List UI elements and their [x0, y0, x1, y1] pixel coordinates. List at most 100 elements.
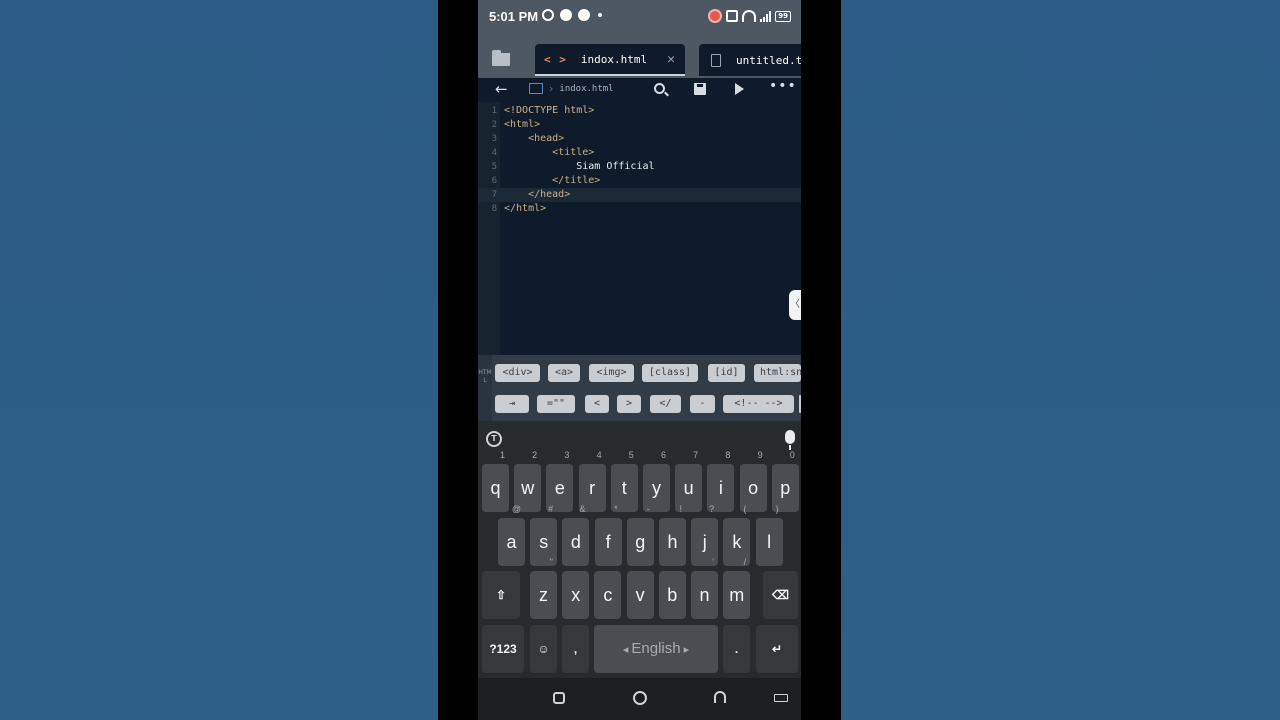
key-z[interactable]: z ": [530, 557, 557, 619]
notification-icons: [542, 9, 602, 21]
key-j[interactable]: j?: [691, 504, 719, 566]
space-key[interactable]: ◂ English ▸: [594, 625, 718, 673]
key-label: f: [605, 532, 611, 552]
file-icon: [711, 53, 721, 67]
letterbox-right: [801, 0, 841, 720]
symbols-key[interactable]: ?123: [482, 625, 524, 673]
snippet-attr[interactable]: ="": [537, 395, 575, 413]
code-editor[interactable]: 1 <!DOCTYPE html> 2 <html> 3 <head> 4 <tit…: [478, 102, 801, 355]
key-label: ⇧: [495, 588, 507, 602]
back-icon[interactable]: [714, 691, 726, 703]
key-label: w: [521, 478, 535, 498]
editor-toolbar: ← › indox.html •••: [478, 78, 801, 102]
snippet-lt[interactable]: <: [585, 395, 609, 413]
emoji-key[interactable]: ☺: [530, 625, 557, 673]
key-q[interactable]: q1: [482, 450, 509, 512]
key-s[interactable]: s #: [530, 504, 558, 566]
play-icon[interactable]: [735, 83, 744, 95]
messenger-icon-2: [578, 9, 590, 21]
key-v[interactable]: v: [626, 571, 654, 619]
breadcrumb[interactable]: › indox.html: [529, 82, 614, 95]
key-label: k: [732, 532, 742, 552]
key-l[interactable]: l): [755, 504, 783, 566]
key-label: o: [748, 478, 759, 498]
snippet-a[interactable]: <a>: [548, 364, 580, 382]
snippet-img[interactable]: <img>: [589, 364, 634, 382]
key-hint: #: [548, 504, 554, 514]
key-label: s: [539, 532, 549, 552]
screen-record-icon: [542, 9, 554, 21]
snippet-bar: HTML <div> <a> <img> [class] [id] html:s…: [478, 355, 801, 421]
key-h[interactable]: h!: [659, 504, 686, 566]
tab-untitled[interactable]: untitled.t: [699, 44, 801, 76]
navigation-bar: [478, 678, 801, 720]
messenger-icon: [560, 9, 572, 21]
key-hint: 0: [789, 450, 795, 460]
key-x[interactable]: x: [562, 571, 590, 619]
key-hint: 2: [532, 450, 538, 460]
backspace-key[interactable]: ⌫: [763, 571, 798, 619]
tab-bar: < > indox.html ✕ untitled.t: [478, 34, 801, 78]
key-hint: &: [579, 504, 586, 514]
tab-label: indox.html: [580, 52, 648, 66]
snippet-close-tag[interactable]: </: [650, 395, 681, 413]
snippet-class[interactable]: [class]: [642, 364, 698, 382]
key-hint: !: [679, 504, 682, 514]
snippet-tab[interactable]: ⇥: [495, 395, 529, 413]
save-icon[interactable]: [694, 83, 706, 95]
mic-icon[interactable]: [785, 430, 795, 450]
key-c[interactable]: c: [594, 571, 622, 619]
key-label: z: [539, 585, 548, 605]
key-k[interactable]: k(: [723, 504, 751, 566]
letterbox-left: [438, 0, 478, 720]
snippet-gt[interactable]: >: [617, 395, 641, 413]
enter-key[interactable]: ↵: [756, 625, 798, 673]
key-hint: 5: [628, 450, 634, 460]
key-label: j: [702, 532, 707, 552]
key-label: ☺: [537, 642, 550, 656]
snippet-div[interactable]: <div>: [495, 364, 540, 382]
snippet-html-sn[interactable]: html:sn: [754, 364, 801, 382]
snippet-id[interactable]: [id]: [708, 364, 745, 382]
key-n[interactable]: n ': [691, 557, 718, 619]
key-a[interactable]: a @: [498, 504, 525, 566]
tab-indox-html[interactable]: < > indox.html ✕: [535, 44, 685, 76]
snippet-overflow[interactable]: [799, 395, 801, 413]
key-label: h: [667, 532, 678, 552]
recent-apps-icon[interactable]: [553, 692, 565, 704]
side-panel-handle[interactable]: 〈: [789, 290, 801, 320]
key-d[interactable]: d &: [562, 504, 590, 566]
comma-key[interactable]: ,: [562, 625, 589, 673]
key-hint: 9: [757, 450, 763, 460]
key-label: English: [631, 640, 681, 657]
key-hint: 6: [660, 450, 666, 460]
home-icon[interactable]: [633, 691, 647, 705]
shift-key[interactable]: ⇧: [482, 571, 520, 619]
close-icon[interactable]: ✕: [667, 52, 675, 67]
key-hint: (: [743, 504, 747, 514]
key-label: ↵: [771, 642, 783, 656]
code-line: 3 <head>: [491, 133, 565, 144]
tab-label: untitled.t: [736, 53, 801, 67]
more-icon[interactable]: •••: [769, 78, 797, 94]
back-arrow-icon[interactable]: ←: [495, 80, 508, 98]
soft-keyboard: T q 1 w 2 e 3 r 4 t 5 y 6 u 7 i 8 o 9 p 0 a @ s # d & f * g - h! j? k(l)…: [478, 421, 801, 678]
keyboard-switch-icon[interactable]: [774, 694, 788, 702]
translate-icon[interactable]: T: [486, 431, 502, 447]
key-f[interactable]: f *: [594, 504, 622, 566]
folder-icon: [529, 83, 543, 94]
key-m[interactable]: m /: [723, 557, 751, 619]
search-icon[interactable]: [654, 83, 665, 94]
snippet-dash[interactable]: -: [690, 395, 715, 413]
key-hint: ): [775, 504, 779, 514]
key-label: u: [683, 478, 694, 498]
key-b[interactable]: b: [658, 571, 686, 619]
key-label: q: [490, 478, 501, 498]
key-label: x: [571, 585, 581, 605]
snippet-comment[interactable]: <!-- -->: [723, 395, 794, 413]
folder-icon[interactable]: [492, 50, 514, 66]
key-label: .: [734, 642, 739, 656]
battery-icon: 99: [775, 10, 791, 22]
key-g[interactable]: g-: [626, 504, 654, 566]
period-key[interactable]: .: [723, 625, 750, 673]
